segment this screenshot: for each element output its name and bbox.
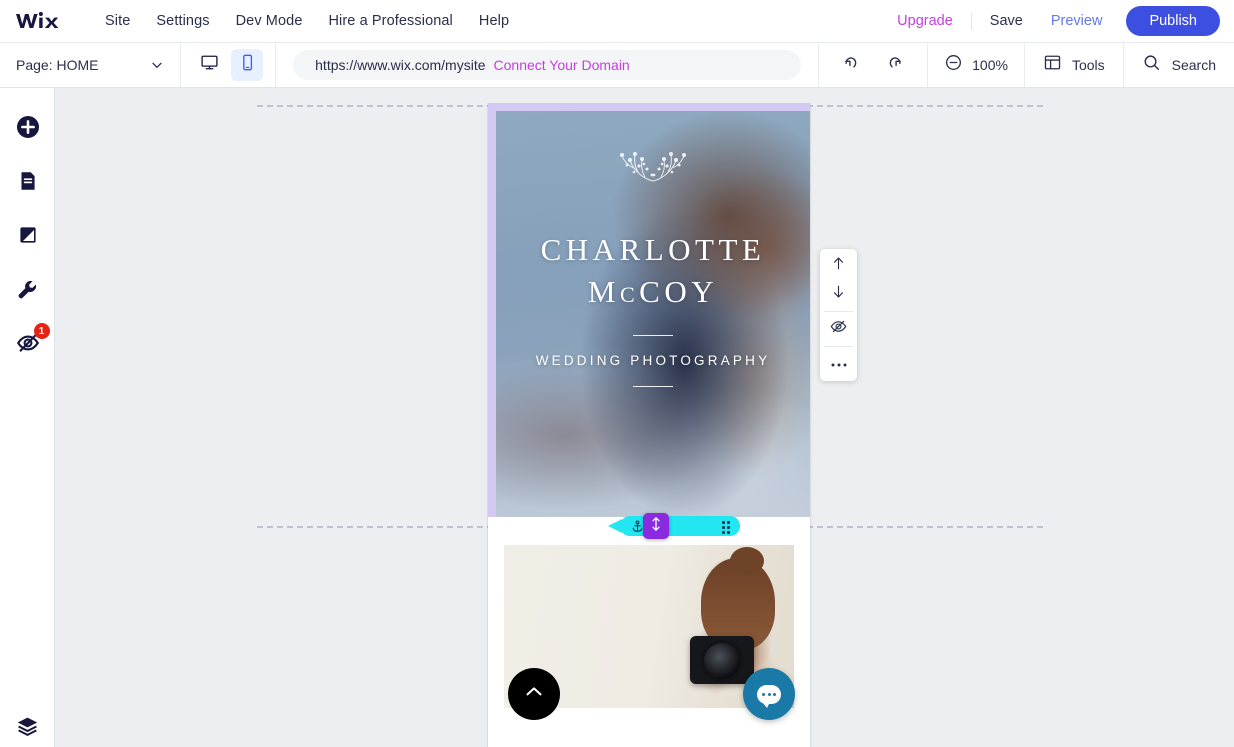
design-theme-icon <box>16 223 40 247</box>
menu-site[interactable]: Site <box>92 7 143 35</box>
chevron-down-icon <box>150 58 164 72</box>
hidden-elements-badge: 1 <box>33 323 50 339</box>
preview-button[interactable]: Preview <box>1037 7 1117 35</box>
topbar-actions: Upgrade Save Preview Publish <box>883 5 1234 37</box>
topbar-divider <box>970 12 972 30</box>
hero-content: CHARLOTTE MCCOY WEDDING PHOTOGRAPHY <box>496 111 810 517</box>
layers-stack-icon <box>15 714 40 739</box>
wix-logo[interactable] <box>14 9 60 33</box>
hero-divider-top <box>633 335 673 337</box>
element-float-toolbar <box>820 249 857 381</box>
move-up-button[interactable] <box>820 252 857 280</box>
arrow-down-icon <box>830 283 847 305</box>
tools-label: Tools <box>1071 57 1105 73</box>
ellipsis-icon <box>830 355 848 373</box>
eye-hidden-icon <box>829 318 848 340</box>
plus-circle-icon <box>15 114 41 140</box>
menu-help[interactable]: Help <box>466 7 522 35</box>
sidebar-add-button[interactable] <box>0 107 55 147</box>
undo-arrow-icon <box>841 53 861 78</box>
left-sidebar: 1 <box>0 88 55 747</box>
hero-section[interactable]: CHARLOTTE MCCOY WEDDING PHOTOGRAPHY <box>496 111 810 517</box>
desktop-monitor-icon <box>200 53 219 77</box>
site-url-text: https://www.wix.com/mysite <box>315 57 486 73</box>
photographer-hair-bun <box>730 546 765 575</box>
hero-divider-bottom <box>633 386 673 388</box>
hero-title-line2: MCCOY <box>587 274 719 310</box>
save-button[interactable]: Save <box>976 7 1037 35</box>
floral-wreath-icon <box>608 141 698 185</box>
site-url-cell: https://www.wix.com/mysite Connect Your … <box>276 43 820 87</box>
main-menu: Site Settings Dev Mode Hire a Profession… <box>92 7 522 35</box>
layout-panels-icon <box>1043 53 1062 77</box>
float-toolbar-divider <box>824 311 853 312</box>
page-document-icon <box>16 169 40 193</box>
zoom-level-label: 100% <box>972 57 1008 73</box>
search-button[interactable]: Search <box>1124 43 1234 87</box>
sidebar-design-button[interactable] <box>0 215 55 255</box>
sidebar-apps-button[interactable] <box>0 269 55 309</box>
undo-redo-group <box>819 43 929 87</box>
tools-button[interactable]: Tools <box>1025 43 1124 87</box>
zoom-out-circle-icon[interactable] <box>944 53 963 77</box>
move-down-button[interactable] <box>820 280 857 308</box>
desktop-view-button[interactable] <box>193 49 225 81</box>
camera-body <box>689 636 754 685</box>
search-magnifier-icon <box>1142 53 1161 77</box>
chevron-up-icon <box>522 680 546 709</box>
chat-bubble-icon <box>757 684 781 708</box>
menu-settings[interactable]: Settings <box>143 7 222 35</box>
sidebar-pages-button[interactable] <box>0 161 55 201</box>
wrench-tool-icon <box>15 277 40 302</box>
hide-element-button[interactable] <box>820 315 857 343</box>
undo-button[interactable] <box>837 51 865 79</box>
mobile-view-button[interactable] <box>231 49 264 81</box>
resize-section-handle[interactable] <box>643 513 669 539</box>
page-selector[interactable]: Page: HOME <box>0 43 182 87</box>
menu-dev-mode[interactable]: Dev Mode <box>223 7 316 35</box>
editor-canvas[interactable]: CHARLOTTE MCCOY WEDDING PHOTOGRAPHY <box>55 88 1234 747</box>
more-options-button[interactable] <box>820 350 857 378</box>
resize-vertical-icon <box>649 516 663 537</box>
hero-title[interactable]: CHARLOTTE MCCOY <box>541 229 766 313</box>
redo-button[interactable] <box>881 51 909 79</box>
upgrade-button[interactable]: Upgrade <box>883 7 967 35</box>
publish-button[interactable]: Publish <box>1126 5 1220 37</box>
hero-title-line1: CHARLOTTE <box>540 232 766 267</box>
eye-hidden-icon: 1 <box>15 323 50 355</box>
float-toolbar-divider-2 <box>824 346 853 347</box>
redo-arrow-icon <box>885 53 905 78</box>
top-menu-bar: Site Settings Dev Mode Hire a Profession… <box>0 0 1234 42</box>
zoom-control[interactable]: 100% <box>928 43 1025 87</box>
viewmode-switcher <box>181 43 277 87</box>
section-drag-handle[interactable] <box>608 513 741 539</box>
connect-domain-link[interactable]: Connect Your Domain <box>494 57 630 73</box>
arrow-up-icon <box>830 255 847 277</box>
hero-section-selection[interactable]: CHARLOTTE MCCOY WEDDING PHOTOGRAPHY <box>488 103 810 517</box>
page-selector-label: Page: HOME <box>16 57 99 73</box>
sidebar-layers-button[interactable] <box>0 706 55 746</box>
menu-hire-a-professional[interactable]: Hire a Professional <box>315 7 465 35</box>
editor-toolbar: Page: HOME https://www.wix.com/mysite Co… <box>0 42 1234 88</box>
scroll-to-top-button[interactable] <box>508 668 560 720</box>
drag-grip-dots-icon[interactable] <box>722 521 732 534</box>
chat-widget-button[interactable] <box>743 668 795 720</box>
mobile-phone-icon <box>238 53 257 77</box>
anchor-icon[interactable] <box>630 519 644 533</box>
camera-lens <box>700 640 743 683</box>
site-url-bar[interactable]: https://www.wix.com/mysite Connect Your … <box>293 50 802 80</box>
hero-subtitle[interactable]: WEDDING PHOTOGRAPHY <box>536 353 771 368</box>
sidebar-hidden-elements-button[interactable]: 1 <box>0 323 55 363</box>
search-label: Search <box>1171 57 1216 73</box>
